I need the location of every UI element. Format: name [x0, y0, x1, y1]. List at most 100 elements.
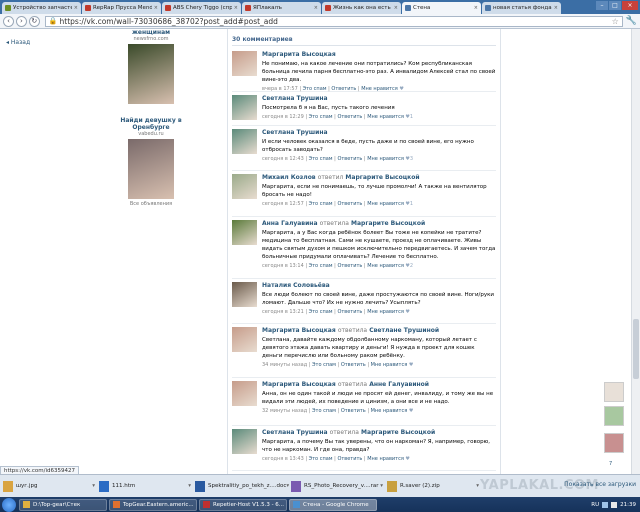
network-icon[interactable]: [602, 501, 609, 508]
like-link[interactable]: Мне нравится: [367, 456, 404, 462]
reply-link[interactable]: Ответить: [341, 408, 366, 414]
reply-link[interactable]: Ответить: [337, 309, 362, 315]
language-indicator[interactable]: RU: [591, 502, 599, 508]
address-bar[interactable]: 🔒 https://vk.com/wall-73030686_38702?pos…: [44, 15, 623, 27]
download-item[interactable]: R.saver (2).zip ▾: [387, 479, 479, 494]
reply-link[interactable]: Ответить: [337, 201, 362, 207]
browser-tab[interactable]: новая статья фонда ×: [482, 2, 561, 14]
reply-target-link[interactable]: Маргарите Высоцкой: [361, 429, 435, 436]
comment-time[interactable]: сегодня в 13:21: [262, 309, 304, 315]
like-link[interactable]: Мне нравится: [361, 86, 398, 92]
reply-link[interactable]: Ответить: [337, 156, 362, 162]
avatar[interactable]: [232, 381, 257, 406]
scrollbar-thumb[interactable]: [633, 319, 639, 379]
download-item[interactable]: 111.htm ▾: [99, 479, 191, 494]
heart-icon[interactable]: ♥: [404, 456, 410, 462]
browser-tab[interactable]: Стена ×: [402, 2, 481, 14]
clock[interactable]: 21:39: [620, 502, 636, 508]
author-name-link[interactable]: Светлана Трушина: [262, 95, 328, 102]
heart-icon[interactable]: ♥: [398, 86, 404, 92]
reply-target-link[interactable]: Светлане Трушиной: [369, 327, 439, 334]
maximize-button[interactable]: □: [609, 1, 621, 10]
reply-link[interactable]: Ответить: [337, 114, 362, 120]
widget-avatar-2[interactable]: [604, 406, 624, 426]
spam-link[interactable]: Это спам: [309, 263, 333, 269]
avatar[interactable]: [232, 174, 257, 199]
minimize-button[interactable]: –: [596, 1, 608, 10]
author-name-link[interactable]: Маргарита Высоцкая: [262, 327, 336, 334]
start-button[interactable]: [2, 497, 16, 512]
heart-icon[interactable]: ♥: [407, 408, 414, 414]
browser-tab[interactable]: ABS Chery Tiggo (спр ×: [162, 2, 241, 14]
like-link[interactable]: Мне нравится: [371, 362, 408, 368]
author-name-link[interactable]: Светлана Трушина: [262, 429, 328, 436]
comment-time[interactable]: сегодня в 13:43: [262, 456, 304, 462]
comment-time[interactable]: сегодня в 13:14: [262, 263, 304, 269]
ad-title[interactable]: женщинам: [120, 29, 182, 36]
download-menu-icon[interactable]: ▾: [188, 483, 191, 489]
back-button[interactable]: ‹: [3, 15, 14, 27]
like-link[interactable]: Мне нравится: [367, 309, 404, 315]
author-name-link[interactable]: Наталия Соловьёва: [262, 282, 330, 289]
spam-link[interactable]: Это спам: [312, 362, 336, 368]
avatar[interactable]: [232, 429, 257, 454]
like-link[interactable]: Мне нравится: [367, 201, 404, 207]
author-name-link[interactable]: Маргарита Высоцкая: [262, 51, 336, 58]
comment-time[interactable]: сегодня в 12:43: [262, 156, 304, 162]
show-all-downloads-link[interactable]: Показать все загрузки: [564, 481, 636, 488]
avatar[interactable]: [232, 51, 257, 76]
avatar[interactable]: [232, 282, 257, 307]
reply-target-link[interactable]: Маргарите Высоцкой: [351, 220, 425, 227]
tab-close-icon[interactable]: ×: [314, 5, 318, 11]
ad-image[interactable]: [128, 44, 174, 104]
avatar[interactable]: [232, 220, 257, 245]
reply-link[interactable]: Ответить: [341, 362, 366, 368]
widget-count[interactable]: 7: [609, 461, 612, 467]
like-link[interactable]: Мне нравится: [367, 156, 404, 162]
reply-target-link[interactable]: Анне Галуавиной: [369, 381, 429, 388]
like-link[interactable]: Мне нравится: [367, 114, 404, 120]
heart-icon[interactable]: ♥: [407, 362, 414, 368]
comments-count[interactable]: 30 комментариев: [232, 36, 293, 43]
tab-close-icon[interactable]: ×: [234, 5, 238, 11]
author-name-link[interactable]: Анна Галуавина: [262, 220, 318, 227]
download-menu-icon[interactable]: ▾: [92, 483, 95, 489]
taskbar-button[interactable]: Repetier-Host V1.5.3 - 6...: [199, 498, 287, 511]
all-ads-link[interactable]: Все объявления: [120, 201, 182, 207]
browser-tab[interactable]: ЯПлакалъ ×: [242, 2, 321, 14]
reply-target-link[interactable]: Маргарите Высоцкой: [345, 174, 419, 181]
download-item[interactable]: шуг.jpg ▾: [3, 479, 95, 494]
spam-link[interactable]: Это спам: [303, 86, 327, 92]
close-window-button[interactable]: ×: [622, 1, 638, 10]
taskbar-button[interactable]: TopGear.Eastern.americ...: [109, 498, 197, 511]
tab-close-icon[interactable]: ×: [154, 5, 158, 11]
download-menu-icon[interactable]: ▾: [476, 483, 479, 489]
reload-button[interactable]: ↻: [28, 15, 40, 27]
spam-link[interactable]: Это спам: [309, 456, 333, 462]
browser-tab[interactable]: Жизнь как она есть ×: [322, 2, 401, 14]
author-name-link[interactable]: Михаил Козлов: [262, 174, 316, 181]
ad-block-2[interactable]: Найди девушку в Оренбурге vabedu.ru Все …: [120, 117, 182, 207]
reply-link[interactable]: Ответить: [337, 263, 362, 269]
spam-link[interactable]: Это спам: [309, 201, 333, 207]
spam-link[interactable]: Это спам: [309, 114, 333, 120]
comment-time[interactable]: 32 минуты назад: [262, 408, 307, 414]
download-menu-icon[interactable]: ▾: [286, 483, 289, 489]
heart-icon[interactable]: ♥: [404, 309, 410, 315]
comment-time[interactable]: 34 минуты назад: [262, 362, 307, 368]
widget-avatar-3[interactable]: [604, 433, 624, 453]
taskbar-button[interactable]: D:\Top-gear\Стек: [19, 498, 107, 511]
author-name-link[interactable]: Светлана Трушина: [262, 129, 328, 136]
comment-time[interactable]: сегодня в 12:29: [262, 114, 304, 120]
ad-title[interactable]: Найди девушку в Оренбурге: [120, 117, 182, 131]
comment-time[interactable]: сегодня в 12:57: [262, 201, 304, 207]
taskbar-button[interactable]: Стена - Google Chrome: [289, 498, 377, 511]
volume-icon[interactable]: [611, 501, 618, 508]
download-menu-icon[interactable]: ▾: [380, 483, 383, 489]
download-item[interactable]: Spektralitiy_po_tekh_z....doc ▾: [195, 479, 289, 494]
ad-image[interactable]: [128, 139, 174, 199]
comment-time[interactable]: вчера в 17:57: [262, 86, 298, 92]
vertical-scrollbar[interactable]: [631, 29, 640, 474]
author-name-link[interactable]: Маргарита Высоцкая: [262, 381, 336, 388]
tab-close-icon[interactable]: ×: [554, 5, 558, 11]
